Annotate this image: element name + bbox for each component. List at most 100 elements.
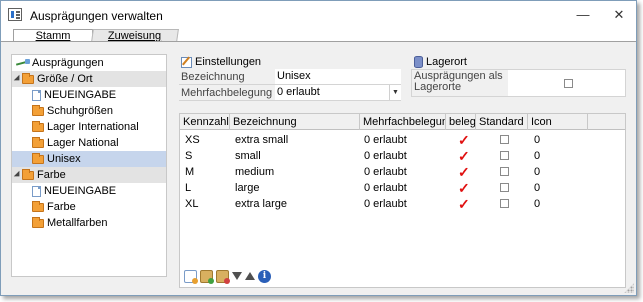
col-belegt[interactable]: belegt	[446, 114, 476, 130]
tree-item-lager-national[interactable]: Lager National	[12, 135, 166, 151]
belegt-check-icon: ✓	[458, 180, 470, 196]
cell-kennzahl: L	[185, 182, 192, 194]
cell-bezeichnung: extra small	[235, 134, 289, 146]
new-record-icon[interactable]	[184, 269, 198, 284]
cell-icon: 0	[534, 198, 541, 210]
table-row[interactable]: XS extra small 0 erlaubt ✓ 0	[180, 132, 625, 148]
bezeichnung-field[interactable]: Unisex	[275, 69, 401, 84]
folder-icon	[32, 120, 44, 132]
standard-checkbox[interactable]	[500, 167, 509, 176]
standard-checkbox-cell	[497, 180, 509, 196]
tree-item-schuhgroessen[interactable]: Schuhgrößen	[12, 103, 166, 119]
standard-checkbox-cell	[497, 164, 509, 180]
lagerort-label: Ausprägungen als Lagerorte	[414, 70, 503, 93]
tree-item-metallfarben[interactable]: Metallfarben	[12, 215, 166, 231]
cell-kennzahl: M	[185, 166, 195, 178]
tree-item-label: NEUEINGABE	[44, 185, 117, 197]
app-icon	[8, 8, 22, 21]
standard-checkbox[interactable]	[500, 199, 509, 208]
table-row[interactable]: S small 0 erlaubt ✓ 0	[180, 148, 625, 164]
cell-bezeichnung: medium	[235, 166, 275, 178]
wand-icon	[16, 59, 30, 67]
tree-item-unisex[interactable]: Unisex	[12, 151, 166, 167]
bezeichnung-label: Bezeichnung	[181, 71, 245, 83]
chevron-down-icon[interactable]: ▼	[389, 85, 401, 100]
expand-arrow-icon[interactable]	[13, 170, 23, 180]
einstellungen-header: Einstellungen	[181, 55, 261, 69]
tree-item-label: Lager International	[47, 121, 139, 133]
move-up-icon[interactable]	[245, 272, 255, 280]
title-bar: Ausprägungen verwalten — ✕	[1, 1, 636, 29]
col-icon[interactable]: Icon	[528, 114, 588, 130]
cell-icon: 0	[534, 150, 541, 162]
col-mehrfachbelegung[interactable]: Mehrfachbelegung	[360, 114, 446, 130]
tree-item-neueingabe-farbe[interactable]: NEUEINGABE	[12, 183, 166, 199]
minimize-button[interactable]: —	[573, 5, 593, 25]
table-row[interactable]: L large 0 erlaubt ✓ 0	[180, 180, 625, 196]
lagerort-title: Lagerort	[426, 56, 467, 68]
tree-group-farbe[interactable]: Farbe	[12, 167, 166, 183]
cell-kennzahl: S	[185, 150, 193, 162]
tree-item-farbe[interactable]: Farbe	[12, 199, 166, 215]
mehrfachbelegung-row: Mehrfachbelegung 0 erlaubt ▼	[179, 85, 401, 101]
grid-header: Kennzahl Bezeichnung Mehrfachbelegung be…	[180, 114, 625, 130]
tree-group-groesse-ort[interactable]: Größe / Ort	[12, 71, 166, 87]
tree-item-label: Metallfarben	[47, 217, 108, 229]
belegt-check-icon: ✓	[458, 164, 470, 180]
tree-item-label: Farbe	[47, 201, 76, 213]
cell-bezeichnung: extra large	[235, 198, 287, 210]
table-row[interactable]: M medium 0 erlaubt ✓ 0	[180, 164, 625, 180]
cell-kennzahl: XL	[185, 198, 199, 210]
tree-item-label: Lager National	[47, 137, 119, 149]
lagerort-value-cell	[508, 70, 625, 96]
lagerort-checkbox[interactable]	[564, 79, 573, 88]
cell-mehrfachbelegung: 0 erlaubt	[364, 134, 407, 146]
mehrfachbelegung-select[interactable]: 0 erlaubt ▼	[275, 85, 401, 100]
lagerort-section: Ausprägungen als Lagerorte	[411, 69, 626, 97]
tree-item-label: Farbe	[37, 169, 66, 181]
standard-checkbox[interactable]	[500, 183, 509, 192]
tree-item-lager-international[interactable]: Lager International	[12, 119, 166, 135]
standard-checkbox[interactable]	[500, 135, 509, 144]
tree-item-label: Größe / Ort	[37, 73, 93, 85]
edit-icon	[181, 56, 192, 68]
col-bezeichnung[interactable]: Bezeichnung	[230, 114, 360, 130]
tree-item-label: Schuhgrößen	[47, 105, 114, 117]
add-row-icon[interactable]	[200, 269, 214, 284]
tree-root[interactable]: Ausprägungen	[12, 55, 166, 71]
delete-row-icon[interactable]	[216, 269, 230, 284]
tree-item-neueingabe[interactable]: NEUEINGABE	[12, 87, 166, 103]
cell-bezeichnung: large	[235, 182, 260, 194]
lagerort-header: Lagerort	[414, 55, 467, 69]
mehrfachbelegung-label: Mehrfachbelegung	[181, 87, 273, 99]
grid-toolbar: i	[184, 269, 271, 284]
belegt-check-icon: ✓	[458, 132, 470, 148]
standard-checkbox-cell	[497, 196, 509, 212]
standard-checkbox[interactable]	[500, 151, 509, 160]
dialog-window: Ausprägungen verwalten — ✕ Stamm Zuweisu…	[0, 0, 637, 296]
cell-icon: 0	[534, 182, 541, 194]
table-row[interactable]: XL extra large 0 erlaubt ✓ 0	[180, 196, 625, 212]
move-down-icon[interactable]	[232, 272, 242, 280]
auspraegungen-tree[interactable]: Ausprägungen Größe / Ort NEUEINGABE Schu…	[11, 54, 167, 277]
belegt-check-icon: ✓	[458, 196, 470, 212]
document-icon	[32, 185, 41, 197]
folder-icon	[32, 216, 44, 228]
auspraegungen-grid: Kennzahl Bezeichnung Mehrfachbelegung be…	[179, 113, 626, 288]
col-standard[interactable]: Standard	[476, 114, 528, 130]
tab-content: Ausprägungen Größe / Ort NEUEINGABE Schu…	[1, 42, 636, 295]
expand-arrow-icon[interactable]	[13, 74, 23, 84]
belegt-check-icon: ✓	[458, 148, 470, 164]
close-button[interactable]: ✕	[609, 5, 629, 25]
document-icon	[32, 89, 41, 101]
cell-icon: 0	[534, 134, 541, 146]
cell-mehrfachbelegung: 0 erlaubt	[364, 198, 407, 210]
tree-item-label: NEUEINGABE	[44, 89, 117, 101]
cell-mehrfachbelegung: 0 erlaubt	[364, 150, 407, 162]
mehrfachbelegung-value: 0 erlaubt	[277, 86, 320, 98]
folder-icon	[32, 152, 44, 164]
col-kennzahl[interactable]: Kennzahl	[180, 114, 230, 130]
info-icon[interactable]: i	[258, 269, 271, 283]
tree-root-label: Ausprägungen	[32, 57, 104, 69]
tree-item-label: Unisex	[47, 153, 81, 165]
